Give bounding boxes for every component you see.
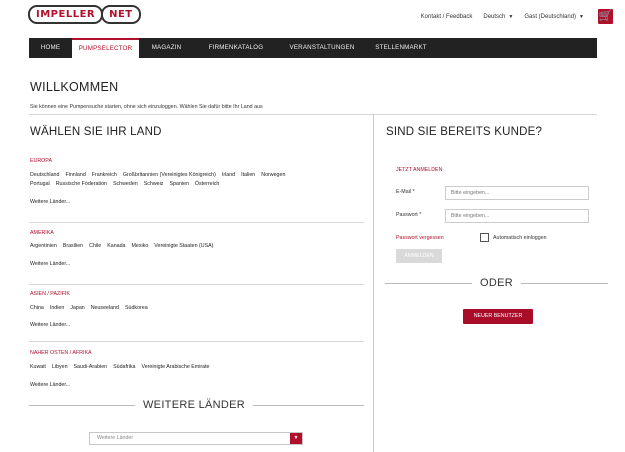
language-dropdown[interactable]: Deutsch ▼: [483, 14, 513, 20]
user-dropdown[interactable]: Gast (Deutschland) ▼: [524, 14, 584, 20]
login-section-title: SIND SIE BEREITS KUNDE?: [386, 126, 543, 138]
more-countries-link[interactable]: Weitere Länder...: [30, 261, 70, 267]
country-link[interactable]: Südkorea: [125, 305, 148, 311]
country-link[interactable]: Mexiko: [131, 243, 148, 249]
more-countries-link[interactable]: Weitere Länder...: [30, 199, 70, 205]
country-list-europe: Deutschland Finnland Frankreich Großbritann…: [30, 171, 350, 189]
country-link[interactable]: Neuseeland: [91, 305, 119, 311]
heading-rule: [521, 282, 609, 284]
country-link[interactable]: Russische Föderation: [56, 181, 107, 187]
column-divider: [373, 114, 374, 452]
region-title-europe: EUROPA: [30, 158, 52, 164]
country-link[interactable]: Japan: [70, 305, 84, 311]
more-countries-link[interactable]: Weitere Länder...: [30, 382, 70, 388]
password-field[interactable]: [445, 209, 589, 223]
country-list-america: Argentinien Brasilien Chile Kanada Mexiko Ver…: [30, 242, 350, 251]
nav-item-stellenmarkt[interactable]: STELLENMARKT: [366, 38, 436, 58]
country-link[interactable]: Schweden: [113, 181, 138, 187]
auto-login-label[interactable]: Automatisch einloggen: [493, 235, 547, 241]
more-countries-select[interactable]: Weitere Länder ▼: [89, 432, 303, 445]
country-list-asia-pacific: China Indien Japan Neuseeland Südkorea: [30, 304, 350, 313]
country-link[interactable]: Schweiz: [144, 181, 164, 187]
region-divider: [29, 222, 364, 223]
login-subtitle: JETZT ANMELDEN: [396, 167, 443, 173]
heading-rule: [253, 404, 364, 406]
country-link[interactable]: Kuwait: [30, 364, 46, 370]
country-link[interactable]: Deutschland: [30, 172, 59, 178]
nav-item-firmenkatalog[interactable]: FIRMENKATALOG: [194, 38, 278, 58]
region-title-america: AMERIKA: [30, 230, 54, 236]
country-link[interactable]: Libyen: [52, 364, 68, 370]
cart-icon[interactable]: 🛒: [598, 9, 613, 24]
country-link[interactable]: China: [30, 305, 44, 311]
select-placeholder: Weitere Länder: [97, 435, 134, 441]
logo-net: NET: [101, 5, 141, 24]
password-label: Passwort *: [396, 212, 422, 218]
country-link[interactable]: Portugal: [30, 181, 50, 187]
more-countries-link[interactable]: Weitere Länder...: [30, 322, 70, 328]
country-section-title: WÄHLEN SIE IHR LAND: [30, 126, 162, 138]
country-list-middle-east-africa: Kuwait Libyen Saudi-Arabien Südafrika Verein…: [30, 363, 350, 372]
or-divider: ODER: [385, 277, 609, 289]
chevron-down-icon: ▼: [579, 13, 584, 20]
contact-feedback-link[interactable]: Kontakt / Feedback: [421, 14, 473, 20]
country-link[interactable]: Indien: [50, 305, 64, 311]
region-title-asia-pacific: ASIEN / PAZIFIK: [30, 291, 70, 297]
email-label: E-Mail *: [396, 189, 415, 195]
country-link[interactable]: Großbritannien (Vereinigtes Königreich): [123, 172, 216, 178]
country-link[interactable]: Frankreich: [92, 172, 117, 178]
country-link[interactable]: Italien: [241, 172, 255, 178]
language-label: Deutsch: [483, 13, 506, 20]
impeller-net-logo[interactable]: IMPELLER NET: [28, 5, 141, 24]
top-divider: [29, 114, 597, 115]
nav-item-magazin[interactable]: MAGAZIN: [139, 38, 194, 58]
country-link[interactable]: Irland: [222, 172, 235, 178]
page-title: WILLKOMMEN: [30, 80, 119, 94]
nav-item-veranstaltungen[interactable]: VERANSTALTUNGEN: [278, 38, 366, 58]
country-link[interactable]: Kanada: [107, 243, 125, 249]
country-link[interactable]: Spanien: [169, 181, 188, 187]
forgot-password-link[interactable]: Passwort vergessen: [396, 235, 444, 241]
top-bar: IMPELLER NET Kontakt / Feedback Deutsch ▼…: [0, 0, 625, 36]
intro-text: Sie können eine Pumpensuche starten, ohn…: [30, 104, 263, 110]
user-label: Gast (Deutschland): [524, 13, 577, 20]
email-field[interactable]: [445, 186, 589, 200]
or-label: ODER: [480, 277, 513, 289]
country-link[interactable]: Vereinigte Arabische Emirate: [141, 364, 209, 370]
chevron-down-icon: ▼: [508, 13, 514, 20]
country-link[interactable]: Südafrika: [113, 364, 135, 370]
country-link[interactable]: Vereinigte Staaten (USA): [154, 243, 213, 249]
heading-rule: [29, 404, 135, 406]
country-link[interactable]: Österreich: [195, 181, 219, 187]
more-countries-title: WEITERE LÄNDER: [143, 399, 245, 411]
region-divider: [29, 341, 364, 342]
country-link[interactable]: Norwegen: [261, 172, 285, 178]
heading-rule: [385, 282, 473, 284]
country-link[interactable]: Argentinien: [30, 243, 57, 249]
chevron-down-icon[interactable]: ▼: [290, 433, 302, 444]
country-link[interactable]: Brasilien: [63, 243, 83, 249]
country-link[interactable]: Chile: [89, 243, 101, 249]
logo-impeller: IMPELLER: [28, 5, 104, 24]
more-countries-heading: WEITERE LÄNDER: [29, 399, 364, 411]
auto-login-checkbox[interactable]: [480, 233, 489, 242]
country-link[interactable]: Finnland: [65, 172, 85, 178]
region-title-middle-east-africa: NAHER OSTEN / AFRIKA: [30, 350, 92, 356]
new-user-button[interactable]: NEUER BENUTZER: [463, 309, 533, 324]
country-link[interactable]: Saudi-Arabien: [74, 364, 108, 370]
nav-item-home[interactable]: HOME: [29, 38, 72, 58]
login-button[interactable]: ANMELDEN: [396, 249, 442, 263]
nav-item-pumpselector[interactable]: PUMPSELECTOR: [72, 38, 139, 58]
main-nav: HOME PUMPSELECTOR MAGAZIN FIRMENKATALOG …: [29, 38, 597, 58]
top-links: Kontakt / Feedback Deutsch ▼ Gast (Deutsc…: [410, 9, 613, 24]
region-divider: [29, 284, 364, 285]
